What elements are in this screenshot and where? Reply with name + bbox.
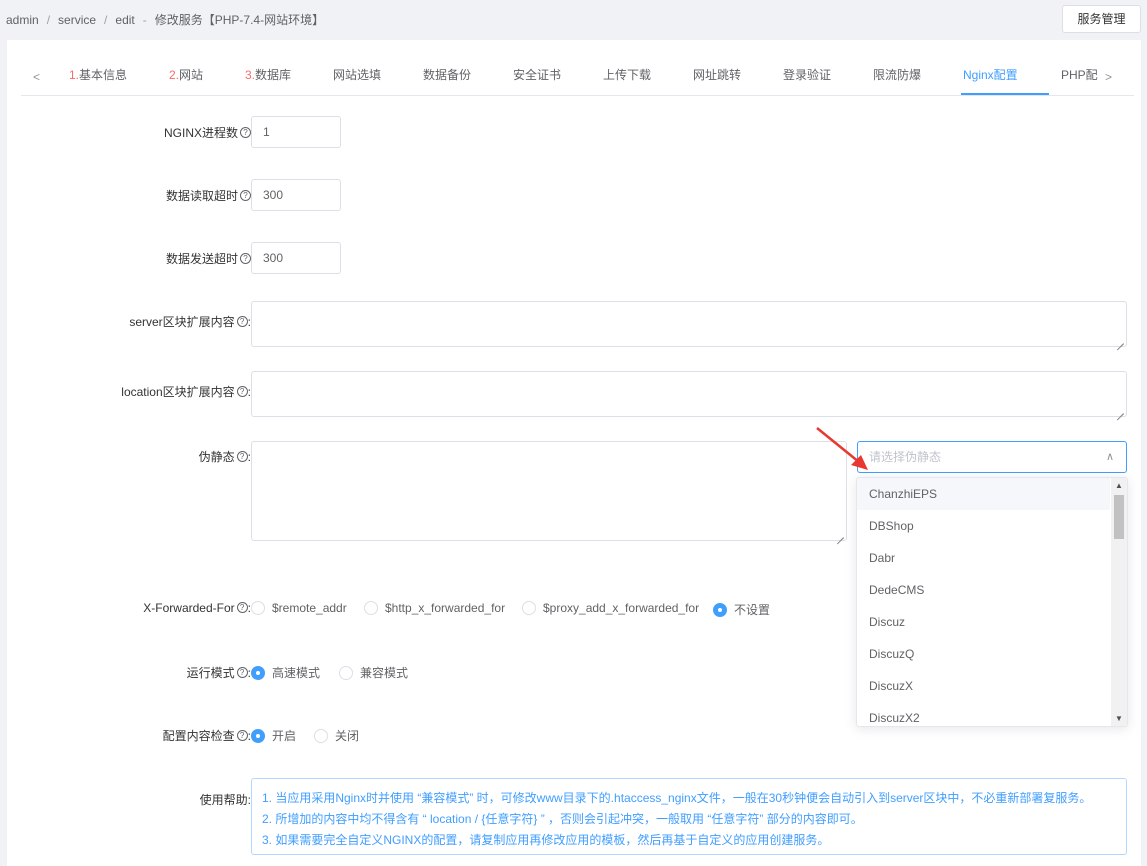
help-line-1: 1. 当应用采用Nginx时并使用 “兼容模式” 时，可修改www目录下的.ht…: [262, 791, 1092, 805]
service-manage-button[interactable]: 服务管理: [1062, 5, 1141, 33]
help-line-3: 3. 如果需要完全自定义NGINX的配置，请复制应用再修改应用的模板，然后再基于…: [262, 833, 830, 847]
run-mode-radio-compat[interactable]: 兼容模式: [339, 664, 408, 681]
radio-circle: [339, 665, 353, 680]
location-ext-textarea[interactable]: [251, 371, 1127, 417]
usage-help-label: 使用帮助:: [199, 793, 251, 807]
breadcrumb-edit[interactable]: edit: [115, 13, 134, 27]
rewrite-select[interactable]: 请选择伪静态 ∧: [857, 441, 1127, 473]
rewrite-dropdown: ChanzhiEPS DBShop Dabr DedeCMS Discuz Di…: [856, 477, 1128, 727]
rewrite-option-discuzq[interactable]: DiscuzQ: [857, 638, 1110, 670]
usage-help-box: 1. 当应用采用Nginx时并使用 “兼容模式” 时，可修改www目录下的.ht…: [251, 778, 1127, 855]
dropdown-scrollbar[interactable]: ▲ ▼: [1111, 478, 1127, 726]
config-check-radio-on[interactable]: 开启: [251, 727, 296, 744]
tab-data-backup[interactable]: 数据备份: [423, 60, 471, 96]
breadcrumb-service[interactable]: service: [58, 13, 96, 27]
main-panel: < 1.基本信息 2.网站 3.数据库 网站选填 数据备份 安全证书 上传下载 …: [7, 40, 1141, 866]
tab-login-auth[interactable]: 登录验证: [783, 60, 831, 96]
help-icon[interactable]: ?: [236, 451, 248, 463]
breadcrumb-current: 修改服务【PHP-7.4-网站环境】: [154, 13, 325, 27]
read-timeout-label: 数据读取超时?: [166, 187, 251, 204]
server-ext-textarea[interactable]: [251, 301, 1127, 347]
tab-website[interactable]: 2.网站: [169, 60, 203, 96]
radio-circle: [713, 602, 727, 617]
send-timeout-input[interactable]: 300: [251, 242, 341, 274]
nginx-workers-label: NGINX进程数?: [164, 124, 251, 141]
radio-circle: [251, 600, 265, 615]
scrollbar-thumb[interactable]: [1114, 495, 1124, 539]
help-icon[interactable]: ?: [240, 127, 251, 139]
help-icon[interactable]: ?: [236, 386, 248, 398]
help-icon[interactable]: ?: [240, 190, 251, 202]
resize-handle-icon[interactable]: [1117, 337, 1124, 344]
location-ext-label: location区块扩展内容?:: [121, 385, 251, 399]
nginx-workers-input[interactable]: 1: [251, 116, 341, 148]
resize-handle-icon[interactable]: [1117, 407, 1124, 414]
rewrite-option-dedecms[interactable]: DedeCMS: [857, 574, 1110, 606]
help-line-2: 2. 所增加的内容中均不得含有 “ location / {任意字符} ” ，否…: [262, 812, 863, 826]
tab-php-config[interactable]: PHP配: [1061, 60, 1098, 96]
chevron-up-icon: ∧: [1105, 451, 1114, 463]
send-timeout-label: 数据发送超时?: [166, 250, 251, 267]
resize-handle-icon[interactable]: [837, 531, 844, 538]
breadcrumb: admin / service / edit - 修改服务【PHP-7.4-网站环境】: [6, 13, 325, 27]
scroll-up-icon[interactable]: ▲: [1115, 481, 1123, 490]
radio-circle: [364, 600, 378, 615]
rewrite-option-discuzx[interactable]: DiscuzX: [857, 670, 1110, 702]
help-icon[interactable]: ?: [236, 667, 248, 679]
tab-ssl-cert[interactable]: 安全证书: [513, 60, 561, 96]
xff-radio-proxy-add-xff[interactable]: $proxy_add_x_forwarded_for: [522, 600, 699, 615]
help-icon[interactable]: ?: [240, 253, 251, 265]
xff-radio-http-xff[interactable]: $http_x_forwarded_for: [364, 600, 505, 615]
config-check-label: 配置内容检查?:: [162, 729, 251, 743]
config-check-radio-off[interactable]: 关闭: [314, 727, 359, 744]
help-icon[interactable]: ?: [236, 316, 248, 328]
rewrite-label: 伪静态?:: [198, 450, 251, 464]
xff-radio-remote-addr[interactable]: $remote_addr: [251, 600, 347, 615]
run-mode-label: 运行模式?:: [186, 666, 251, 680]
rewrite-option-discuz[interactable]: Discuz: [857, 606, 1110, 638]
server-ext-label: server区块扩展内容?:: [129, 315, 251, 329]
radio-circle: [251, 665, 265, 680]
radio-circle: [251, 728, 265, 743]
rewrite-option-dabr[interactable]: Dabr: [857, 542, 1110, 574]
scroll-down-icon[interactable]: ▼: [1115, 714, 1123, 723]
tab-upload-download[interactable]: 上传下载: [603, 60, 651, 96]
rewrite-option-dbshop[interactable]: DBShop: [857, 510, 1110, 542]
xff-radio-not-set[interactable]: 不设置: [713, 601, 770, 618]
top-bar: admin / service / edit - 修改服务【PHP-7.4-网站环境】 服务…: [0, 0, 1147, 40]
run-mode-radio-fast[interactable]: 高速模式: [251, 664, 320, 681]
tab-bar: < 1.基本信息 2.网站 3.数据库 网站选填 数据备份 安全证书 上传下载 …: [21, 60, 1134, 96]
tab-website-optional[interactable]: 网站选填: [333, 60, 381, 96]
tab-url-redirect[interactable]: 网址跳转: [693, 60, 741, 96]
rewrite-option-discuzx2[interactable]: DiscuzX2: [857, 702, 1110, 726]
help-icon[interactable]: ?: [236, 730, 248, 742]
radio-circle: [522, 600, 536, 615]
read-timeout-input[interactable]: 300: [251, 179, 341, 211]
tab-nginx-config[interactable]: Nginx配置: [963, 60, 1018, 96]
tab-basic-info[interactable]: 1.基本信息: [69, 60, 127, 96]
rewrite-textarea[interactable]: [251, 441, 847, 541]
tab-rate-limit[interactable]: 限流防爆: [873, 60, 921, 96]
active-tab-indicator: [961, 93, 1049, 95]
tab-prev-icon[interactable]: <: [33, 70, 40, 84]
radio-circle: [314, 728, 328, 743]
rewrite-option-chanzhieps[interactable]: ChanzhiEPS: [857, 478, 1110, 510]
breadcrumb-admin[interactable]: admin: [6, 13, 39, 27]
annotation-arrow-shaft: [816, 427, 860, 463]
help-icon[interactable]: ?: [236, 602, 248, 614]
annotation-arrow-icon: [816, 427, 868, 470]
tab-next-icon[interactable]: >: [1105, 70, 1112, 84]
xff-label: X-Forwarded-For?:: [143, 601, 251, 615]
tab-database[interactable]: 3.数据库: [245, 60, 291, 96]
